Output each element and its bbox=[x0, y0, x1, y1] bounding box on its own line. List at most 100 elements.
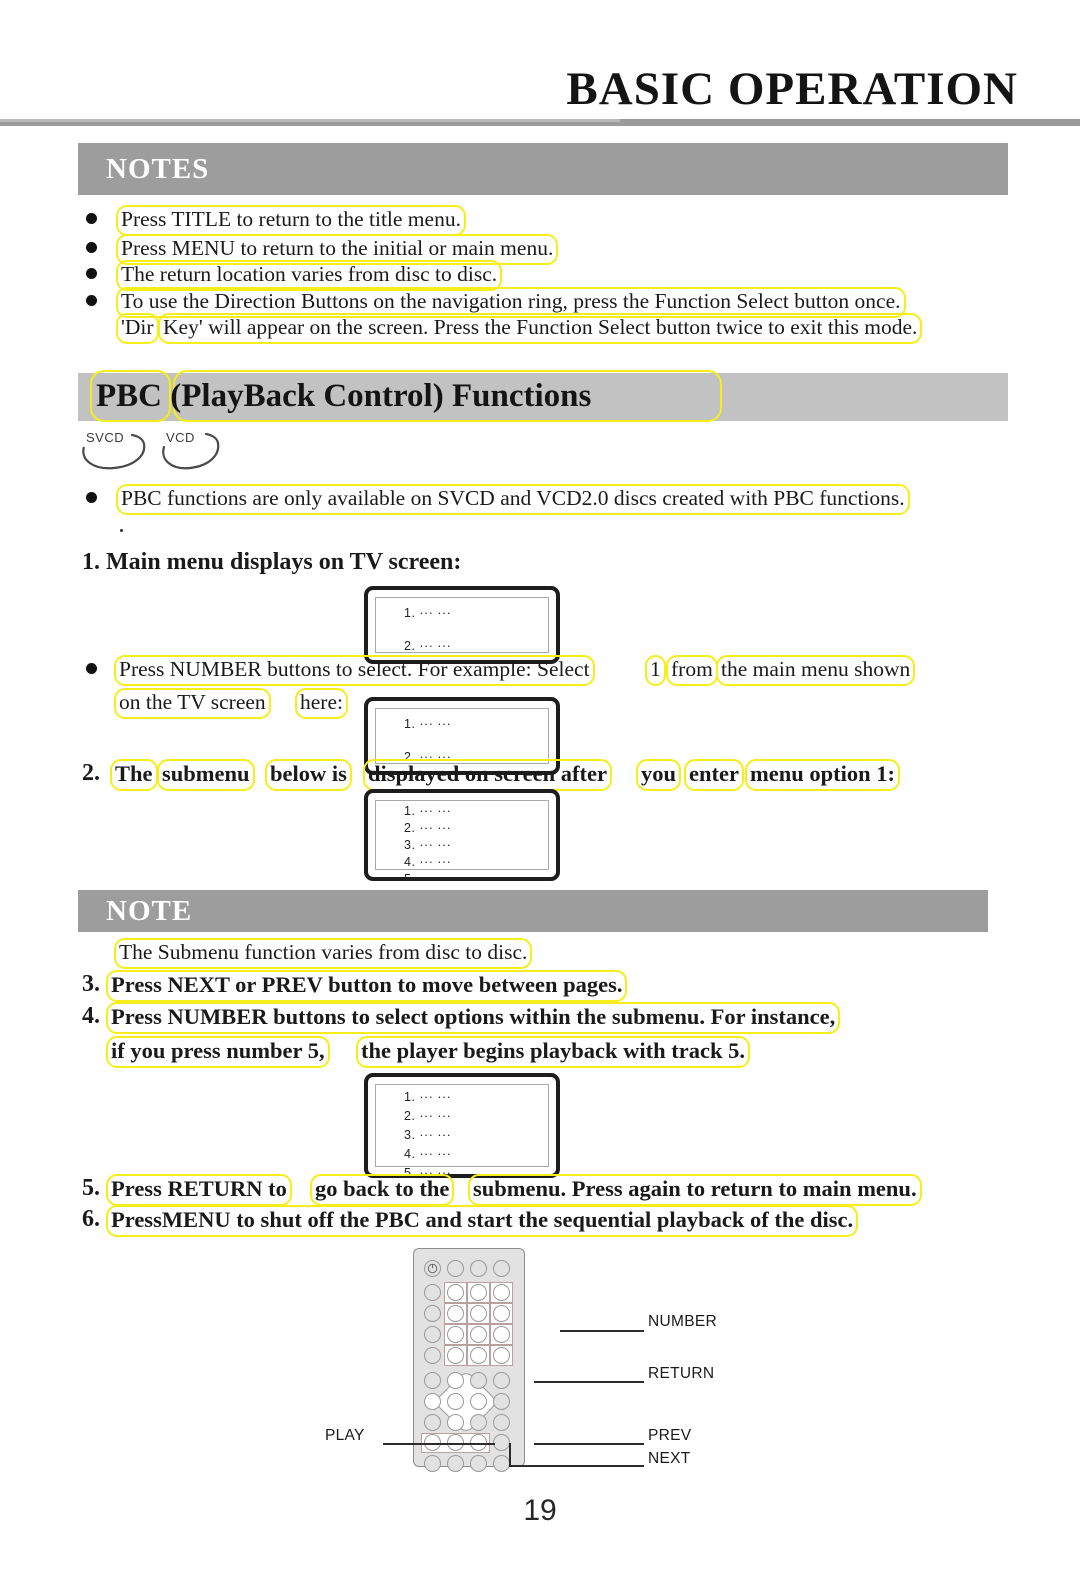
step-4-number: 4. bbox=[82, 1003, 100, 1029]
play-leader-line bbox=[383, 1443, 495, 1445]
direction-left-button[interactable] bbox=[424, 1393, 441, 1410]
number-button[interactable] bbox=[470, 1284, 487, 1301]
step-6-number: 6. bbox=[82, 1206, 100, 1232]
return-leader-line bbox=[534, 1381, 644, 1383]
note-item-5-run-2: Key' will appear on the screen. Press th… bbox=[158, 313, 923, 344]
note-item-3: The return location varies from disc to … bbox=[116, 260, 503, 291]
power-button[interactable] bbox=[424, 1260, 441, 1277]
direction-down-button[interactable] bbox=[447, 1414, 464, 1431]
number-button[interactable] bbox=[493, 1347, 510, 1364]
step-2-number: 2. bbox=[82, 760, 100, 786]
number-button[interactable] bbox=[493, 1284, 510, 1301]
notes-section-bar: NOTES bbox=[78, 143, 1008, 195]
number-bullet-run-1: Press NUMBER buttons to select. For exam… bbox=[114, 655, 595, 686]
bullet-icon bbox=[86, 242, 97, 253]
header-rule-highlight bbox=[0, 119, 620, 122]
remote-button[interactable] bbox=[424, 1414, 441, 1431]
step-3-text: Press NEXT or PREV button to move betwee… bbox=[106, 970, 628, 1002]
remote-button[interactable] bbox=[493, 1414, 510, 1431]
return-button[interactable] bbox=[470, 1372, 487, 1389]
step-1: 1. Main menu displays on TV screen: bbox=[82, 549, 461, 576]
note-text: The Submenu function varies from disc to… bbox=[114, 938, 533, 969]
remote-control-diagram bbox=[413, 1248, 525, 1472]
tv-menu-line: 2. ··· ··· bbox=[404, 1109, 452, 1123]
remote-button[interactable] bbox=[424, 1347, 441, 1364]
svcd-disc-logo: SVCD bbox=[78, 430, 160, 472]
remote-button[interactable] bbox=[493, 1372, 510, 1389]
tv-menu-lines: 1. ··· ··· 2. ··· ··· bbox=[404, 717, 546, 764]
step-2-run-4: displayed on screen after bbox=[363, 759, 612, 791]
tv-screen-submenu-2: 1. ··· ··· 2. ··· ··· 3. ··· ··· 4. ··· … bbox=[364, 1073, 560, 1178]
step-2-run-5: you bbox=[636, 759, 682, 791]
step-2-run-1: The bbox=[110, 759, 158, 791]
number-button[interactable] bbox=[470, 1305, 487, 1322]
next-button[interactable] bbox=[470, 1455, 487, 1472]
function-select-button[interactable] bbox=[447, 1393, 464, 1410]
callout-number: NUMBER bbox=[648, 1313, 717, 1330]
tv-menu-line: 3. ··· ··· bbox=[404, 838, 452, 852]
tv-menu-line: 5. ··· ··· bbox=[404, 872, 452, 881]
step-1-number: 1. bbox=[82, 549, 100, 575]
remote-button[interactable] bbox=[493, 1434, 510, 1451]
number-button[interactable] bbox=[470, 1326, 487, 1343]
step-3-number: 3. bbox=[82, 971, 100, 997]
direction-up-button[interactable] bbox=[447, 1372, 464, 1389]
step-2-run-7: menu option 1: bbox=[745, 759, 901, 791]
callout-play: PLAY bbox=[325, 1427, 365, 1444]
pbc-heading-part1: PBC bbox=[96, 378, 162, 414]
vcd-disc-logo: VCD bbox=[158, 430, 230, 472]
tv-submenu-lines: 1. ··· ··· 2. ··· ··· 3. ··· ··· 4. ··· … bbox=[404, 1090, 546, 1174]
tv-menu-line: 3. ··· ··· bbox=[404, 1128, 452, 1142]
remote-button[interactable] bbox=[424, 1326, 441, 1343]
remote-button[interactable] bbox=[424, 1284, 441, 1301]
number-button[interactable] bbox=[493, 1326, 510, 1343]
number-button[interactable] bbox=[493, 1305, 510, 1322]
remote-button[interactable] bbox=[470, 1414, 487, 1431]
remote-button[interactable] bbox=[447, 1455, 464, 1472]
bullet-icon bbox=[86, 213, 97, 224]
tv-menu-line: 4. ··· ··· bbox=[404, 855, 452, 869]
tv-menu-line: 1. ··· ··· bbox=[404, 606, 452, 620]
remote-button[interactable] bbox=[424, 1372, 441, 1389]
callout-next: NEXT bbox=[648, 1450, 691, 1467]
bullet-icon bbox=[86, 295, 97, 306]
step-2-run-6: enter bbox=[684, 759, 744, 791]
remote-button[interactable] bbox=[493, 1260, 510, 1277]
step-2-run-2: submenu bbox=[157, 759, 255, 791]
number-button[interactable] bbox=[470, 1347, 487, 1364]
remote-button[interactable] bbox=[424, 1305, 441, 1322]
notes-heading: NOTES bbox=[106, 152, 210, 185]
number-button[interactable] bbox=[447, 1284, 464, 1301]
svcd-logo-label: SVCD bbox=[86, 430, 125, 445]
number-bullet-run-5: on the TV screen bbox=[114, 688, 271, 719]
remote-button[interactable] bbox=[470, 1260, 487, 1277]
bullet-icon bbox=[86, 492, 97, 503]
tv-menu-line: 1. ··· ··· bbox=[404, 804, 452, 818]
number-leader-line bbox=[560, 1330, 644, 1332]
direction-right-button[interactable] bbox=[470, 1393, 487, 1410]
remote-button[interactable] bbox=[493, 1393, 510, 1410]
number-bullet-run-4: the main menu shown bbox=[716, 655, 916, 686]
tv-menu-lines: 1. ··· ··· 2. ··· ··· bbox=[404, 606, 546, 653]
number-button[interactable] bbox=[447, 1347, 464, 1364]
tv-menu-line: 2. ··· ··· bbox=[404, 821, 452, 835]
step-4-line-1: Press NUMBER buttons to select options w… bbox=[106, 1002, 841, 1034]
stray-dot-mark bbox=[120, 529, 123, 532]
number-bullet-run-2: 1 bbox=[645, 655, 666, 686]
pbc-heading-part2: (PlayBack Control) Functions bbox=[170, 378, 592, 414]
number-button[interactable] bbox=[447, 1305, 464, 1322]
remote-button[interactable] bbox=[493, 1455, 510, 1472]
bullet-icon bbox=[86, 268, 97, 279]
pbc-availability-note: PBC functions are only available on SVCD… bbox=[116, 484, 910, 515]
number-button[interactable] bbox=[447, 1326, 464, 1343]
step-6-text: PressMENU to shut off the PBC and start … bbox=[106, 1205, 859, 1237]
page-title: BASIC OPERATION bbox=[566, 63, 1018, 115]
note-heading: NOTE bbox=[106, 894, 193, 927]
remote-button[interactable] bbox=[447, 1260, 464, 1277]
note-item-5-run-1: 'Dir bbox=[116, 313, 159, 344]
tv-menu-line: 1. ··· ··· bbox=[404, 1090, 452, 1104]
remote-button[interactable] bbox=[424, 1455, 441, 1472]
step-4-line-2-run-1: if you press number 5, bbox=[106, 1036, 330, 1068]
callout-prev: PREV bbox=[648, 1427, 692, 1444]
step-5-run-1: Press RETURN to bbox=[106, 1174, 292, 1206]
